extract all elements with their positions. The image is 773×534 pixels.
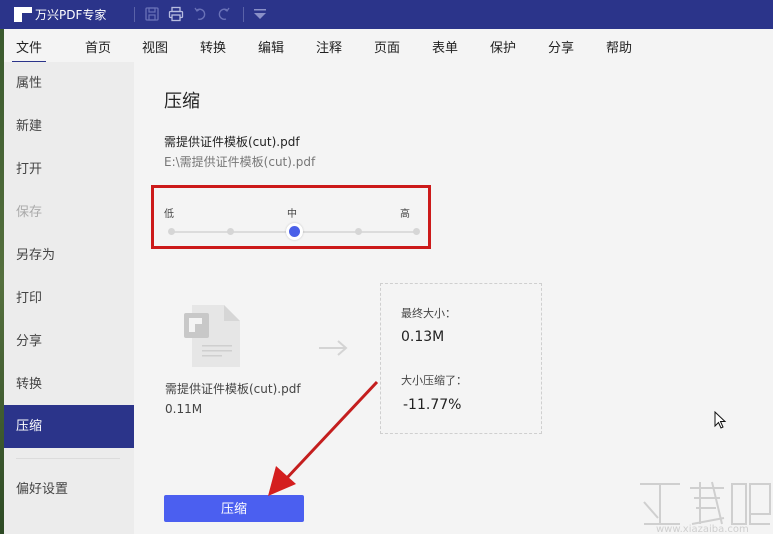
sidebar-item-preferences[interactable]: 偏好设置 <box>4 468 134 511</box>
menu-form[interactable]: 表单 <box>432 37 458 56</box>
save-icon[interactable] <box>144 6 160 22</box>
original-file-size: 0.11M <box>165 402 203 416</box>
redo-icon[interactable] <box>215 6 231 22</box>
page-title: 压缩 <box>164 91 200 112</box>
sidebar-item-save: 保存 <box>16 205 43 220</box>
slider-step[interactable] <box>168 228 175 235</box>
menu-page[interactable]: 页面 <box>374 37 400 56</box>
sidebar-item-save-as[interactable]: 另存为 <box>4 234 134 277</box>
level-label-low: 低 <box>164 209 174 220</box>
toolbar-divider <box>134 7 135 22</box>
sidebar-divider <box>16 458 120 459</box>
mouse-cursor-icon <box>714 411 727 429</box>
watermark-logo: www.xiazaiba.com <box>640 481 771 534</box>
file-name: 需提供证件模板(cut).pdf <box>164 135 300 149</box>
menu-convert[interactable]: 转换 <box>200 37 226 56</box>
menu-annotate[interactable]: 注释 <box>316 37 342 56</box>
compress-button[interactable]: 压缩 <box>164 495 304 522</box>
pdf-document-icon <box>184 305 240 367</box>
title-bar: 万兴PDF专家 <box>0 0 773 29</box>
arrow-right-icon <box>319 340 348 356</box>
reduction-value: -11.77% <box>403 397 462 413</box>
menu-view[interactable]: 视图 <box>142 37 168 56</box>
app-logo-icon <box>14 7 32 22</box>
level-label-medium: 中 <box>287 209 297 220</box>
final-size-label: 最终大小： <box>401 307 456 320</box>
sidebar-item-open[interactable]: 打开 <box>4 148 134 191</box>
menu-edit[interactable]: 编辑 <box>258 37 284 56</box>
sidebar-item-convert[interactable]: 转换 <box>4 363 134 406</box>
level-label-high: 高 <box>400 209 410 220</box>
slider-thumb[interactable] <box>286 223 303 240</box>
sidebar-item-properties[interactable]: 属性 <box>4 62 134 105</box>
slider-step[interactable] <box>227 228 234 235</box>
result-panel: 最终大小： 0.13M 大小压缩了： -11.77% <box>380 283 542 434</box>
menu-bar: 文件 首页 视图 转换 编辑 注释 页面 表单 保护 分享 帮助 <box>4 29 773 63</box>
sidebar-item-print[interactable]: 打印 <box>4 277 134 320</box>
menu-help[interactable]: 帮助 <box>606 37 632 56</box>
menu-share[interactable]: 分享 <box>548 37 574 56</box>
sidebar-item-share[interactable]: 分享 <box>4 320 134 363</box>
menu-home[interactable]: 首页 <box>85 37 111 56</box>
toolbar-divider <box>243 7 244 22</box>
dropdown-icon[interactable] <box>252 6 268 22</box>
watermark-url: www.xiazaiba.com <box>656 524 749 534</box>
original-file-name: 需提供证件模板(cut).pdf <box>165 382 301 396</box>
menu-file[interactable]: 文件 <box>11 37 47 63</box>
file-path: E:\需提供证件模板(cut).pdf <box>164 155 316 169</box>
print-icon[interactable] <box>168 6 184 22</box>
sidebar-item-compress[interactable]: 压缩 <box>4 405 134 448</box>
menu-protect[interactable]: 保护 <box>490 37 516 56</box>
final-size-value: 0.13M <box>401 329 445 345</box>
reduction-label: 大小压缩了： <box>401 374 467 387</box>
slider-step[interactable] <box>413 228 420 235</box>
compress-panel: 压缩 需提供证件模板(cut).pdf E:\需提供证件模板(cut).pdf … <box>134 62 773 534</box>
slider-step[interactable] <box>355 228 362 235</box>
file-sidebar: 属性 新建 打开 保存 另存为 打印 分享 转换 压缩 偏好设置 <box>4 62 134 534</box>
sidebar-item-new[interactable]: 新建 <box>4 105 134 148</box>
app-title: 万兴PDF专家 <box>35 8 107 22</box>
undo-icon[interactable] <box>193 6 209 22</box>
